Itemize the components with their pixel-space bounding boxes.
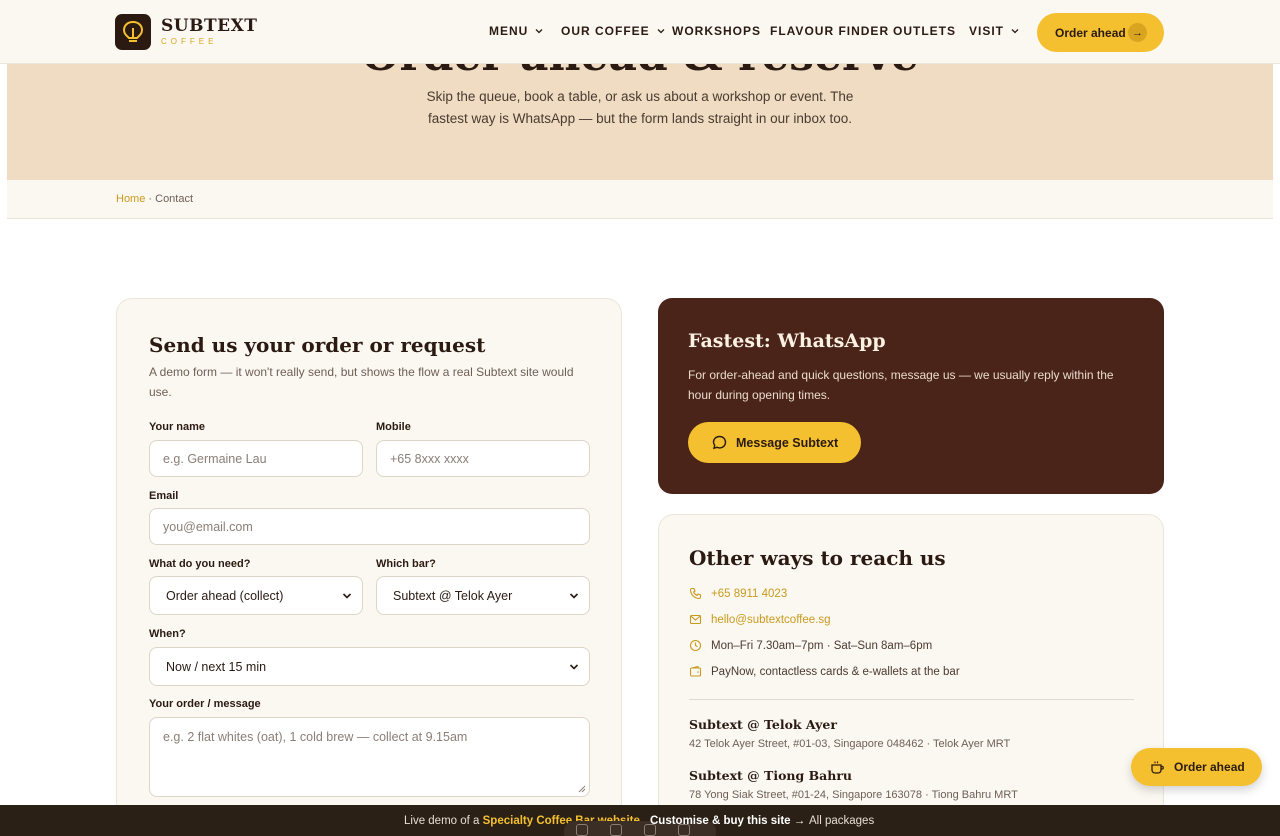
chevron-down-icon	[535, 29, 543, 34]
demo-bottom-bar: Live demo of a Specialty Coffee Bar webs…	[0, 805, 1280, 836]
divider	[689, 699, 1134, 700]
need-label: What do you need?	[149, 558, 251, 570]
contact-form-card: Send us your order or request A demo for…	[116, 298, 622, 836]
bar-select[interactable]: Subtext @ Telok Ayer	[376, 576, 590, 615]
email-input[interactable]: you@email.com	[149, 508, 590, 545]
hero-subtitle: Skip the queue, book a table, or ask us …	[426, 89, 854, 126]
location-address: 42 Telok Ayer Street, #01-03, Singapore …	[689, 738, 1011, 750]
nav-item-label: OUTLETS	[893, 24, 956, 38]
nav-item-visit[interactable]: VISIT	[969, 24, 1019, 38]
name-input[interactable]: e.g. Germaine Lau	[149, 440, 363, 477]
message-placeholder: e.g. 2 flat whites (oat), 1 cold brew — …	[163, 730, 468, 744]
phone-icon	[689, 587, 702, 600]
whatsapp-text: For order-ahead and quick questions, mes…	[688, 368, 1114, 402]
resize-handle-icon[interactable]	[578, 785, 586, 793]
other-ways-title: Other ways to reach us	[689, 546, 946, 570]
nav-item-label: MENU	[489, 24, 529, 38]
chevron-down-icon	[569, 663, 579, 670]
other-ways-card: Other ways to reach us +65 8911 4023 hel…	[658, 514, 1164, 836]
dock-icon[interactable]	[576, 824, 588, 836]
floating-order-ahead-label: Order ahead	[1174, 760, 1245, 774]
whatsapp-title: Fastest: WhatsApp	[688, 330, 886, 352]
all-packages-link[interactable]: All packages	[809, 815, 874, 827]
chevron-down-icon	[657, 29, 665, 34]
breadcrumb-current: Contact	[155, 193, 194, 205]
payment-text: PayNow, contactless cards & e-wallets at…	[711, 665, 960, 678]
chat-bubble-icon	[712, 435, 727, 450]
when-select[interactable]: Now / next 15 min	[149, 647, 590, 686]
need-select[interactable]: Order ahead (collect)	[149, 576, 363, 615]
nav-item-workshops[interactable]: WORKSHOPS	[672, 24, 761, 38]
nav-item-outlets[interactable]: OUTLETS	[893, 24, 956, 38]
email-text: hello@subtextcoffee.sg	[711, 613, 831, 626]
nav-item-label: WORKSHOPS	[672, 24, 762, 38]
form-subtitle: A demo form — it won't really send, but …	[149, 365, 574, 399]
bar-label: Which bar?	[376, 558, 436, 570]
hours-text: Mon–Fri 7.30am–7pm · Sat–Sun 8am–6pm	[711, 639, 933, 652]
dock-icon[interactable]	[610, 824, 622, 836]
nav-item-label: FLAVOUR FINDER	[770, 24, 890, 38]
whatsapp-card: Fastest: WhatsApp For order-ahead and qu…	[658, 298, 1164, 494]
breadcrumb: Home · Contact	[116, 193, 193, 205]
bar-select-value: Subtext @ Telok Ayer	[393, 588, 513, 603]
breadcrumb-bar: Home · Contact	[7, 180, 1273, 219]
order-ahead-label: Order ahead	[1055, 25, 1126, 40]
form-title: Send us your order or request	[149, 333, 486, 357]
email-link[interactable]: hello@subtextcoffee.sg	[689, 613, 831, 626]
clock-icon	[689, 639, 702, 652]
message-label: Your order / message	[149, 698, 261, 710]
nav-item-label: OUR COFFEE	[561, 24, 650, 38]
message-textarea[interactable]: e.g. 2 flat whites (oat), 1 cold brew — …	[149, 717, 590, 797]
message-subtext-button[interactable]: Message Subtext	[688, 422, 861, 463]
nav-item-flavour-finder[interactable]: FLAVOUR FINDER	[770, 24, 889, 38]
breadcrumb-home-link[interactable]: Home	[116, 193, 145, 205]
nav-item-our-coffee[interactable]: OUR COFFEE	[561, 24, 665, 38]
when-select-value: Now / next 15 min	[166, 659, 267, 674]
mobile-label: Mobile	[376, 421, 411, 433]
need-select-value: Order ahead (collect)	[166, 588, 284, 603]
mail-icon	[689, 614, 702, 625]
customise-buy-link[interactable]: Customise & buy this site →	[650, 815, 805, 827]
site-header: SUBTEXT COFFEE MENU OUR COFFEE WORKSHOPS…	[0, 0, 1280, 64]
name-label: Your name	[149, 421, 206, 433]
chevron-down-icon	[342, 592, 352, 599]
payment-row: PayNow, contactless cards & e-wallets at…	[689, 665, 960, 678]
nav-item-menu[interactable]: MENU	[489, 24, 543, 38]
phone-link[interactable]: +65 8911 4023	[689, 587, 787, 600]
wallet-icon	[689, 665, 702, 677]
hours-row: Mon–Fri 7.30am–7pm · Sat–Sun 8am–6pm	[689, 639, 932, 652]
floating-order-ahead-button[interactable]: Order ahead	[1131, 748, 1262, 786]
location-address: 78 Yong Siak Street, #01-24, Singapore 1…	[689, 789, 1018, 801]
when-label: When?	[149, 628, 186, 640]
chevron-down-icon	[1011, 29, 1019, 34]
mobile-input[interactable]: +65 8xxx xxxx	[376, 440, 590, 477]
order-ahead-button[interactable]: Order ahead →	[1037, 13, 1164, 52]
page-title: Order ahead & reserve	[7, 64, 1273, 81]
location-name: Subtext @ Telok Ayer	[689, 717, 837, 732]
email-label: Email	[149, 490, 179, 502]
phone-text: +65 8911 4023	[711, 587, 788, 600]
chevron-down-icon	[569, 592, 579, 599]
hero: Order ahead & reserve Skip the queue, bo…	[7, 64, 1273, 180]
nav-item-label: VISIT	[969, 24, 1005, 38]
arrow-right-icon: →	[1128, 23, 1147, 42]
message-subtext-label: Message Subtext	[736, 435, 839, 450]
location-name: Subtext @ Tiong Bahru	[689, 768, 853, 783]
breadcrumb-separator: ·	[145, 193, 156, 205]
coffee-cup-icon	[1151, 761, 1164, 774]
demo-notice-prefix: Live demo of a	[404, 815, 480, 827]
